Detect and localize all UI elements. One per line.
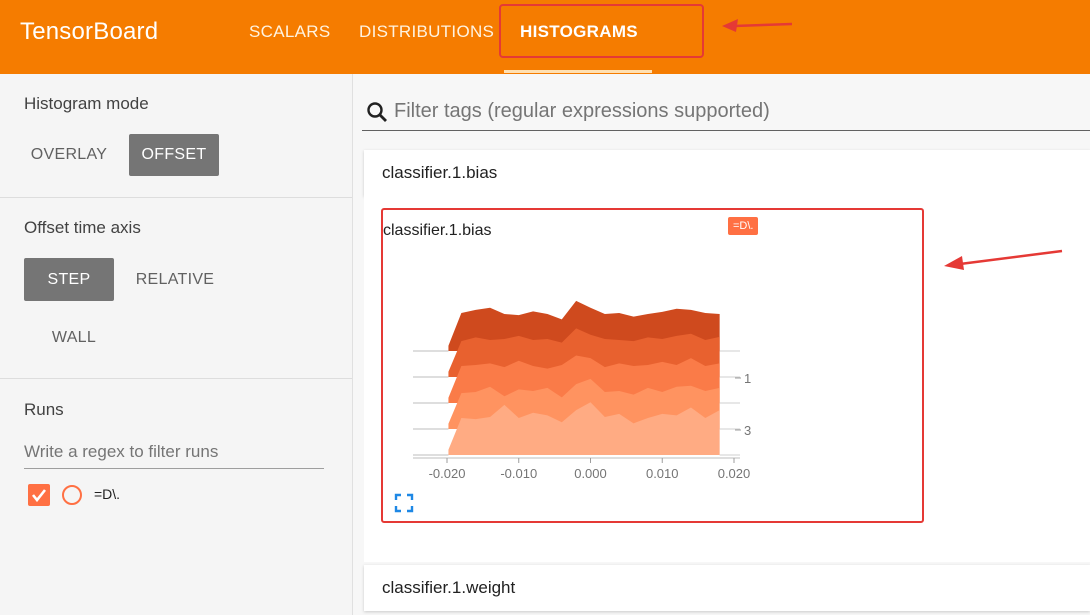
- expand-icon[interactable]: [394, 493, 414, 513]
- histogram-chart[interactable]: 1 3 -0.020 -0.010 0.000 0.010 0.020: [383, 250, 763, 490]
- runs-title: Runs: [24, 400, 64, 419]
- x-tick-label: 0.020: [718, 466, 751, 481]
- search-placeholder: Filter tags (regular expressions support…: [394, 100, 770, 122]
- annotation-arrow-icon: [944, 249, 1063, 270]
- active-tab-indicator: [504, 70, 652, 73]
- search-icon: [367, 102, 387, 122]
- tag-card-title: classifier.1.weight: [382, 578, 516, 597]
- tab-scalars[interactable]: SCALARS: [249, 22, 330, 42]
- tag-card-header[interactable]: classifier.1.weight: [364, 565, 1090, 611]
- annotation-arrow-icon: [722, 19, 793, 32]
- wall-button[interactable]: WALL: [29, 316, 119, 359]
- offset-button[interactable]: OFFSET: [129, 134, 219, 176]
- x-tick-label: 0.000: [574, 466, 607, 481]
- histogram-mode-title: Histogram mode: [24, 94, 149, 113]
- tag-card-title: classifier.1.bias: [382, 163, 498, 182]
- sidebar-divider: [0, 378, 352, 379]
- sidebar-divider: [0, 197, 352, 198]
- y-tick-label: 1: [744, 371, 751, 386]
- run-color-swatch[interactable]: [62, 485, 82, 505]
- offset-time-axis-title: Offset time axis: [24, 218, 141, 237]
- annotation-highlight-tab: [499, 4, 704, 58]
- x-tick-label: -0.020: [429, 466, 466, 481]
- run-tag-badge: =D\.: [728, 217, 759, 235]
- tab-distributions[interactable]: DISTRIBUTIONS: [359, 22, 494, 42]
- chart-title: classifier.1.bias: [383, 222, 492, 239]
- run-filter-input[interactable]: Write a regex to filter runs: [24, 442, 324, 469]
- overlay-button[interactable]: OVERLAY: [24, 134, 114, 176]
- sidebar: Histogram mode OVERLAY OFFSET Offset tim…: [0, 74, 353, 615]
- checkmark-icon: [31, 489, 47, 503]
- run-name: =D\.: [94, 486, 121, 502]
- tag-filter-input[interactable]: Filter tags (regular expressions support…: [362, 96, 1090, 131]
- x-tick-label: 0.010: [646, 466, 679, 481]
- y-tick-label: 3: [744, 423, 751, 438]
- x-tick-label: -0.010: [500, 466, 537, 481]
- step-button[interactable]: STEP: [24, 258, 114, 301]
- tag-card-header[interactable]: classifier.1.bias: [364, 150, 1090, 196]
- app-title[interactable]: TensorBoard: [20, 18, 158, 46]
- run-checkbox[interactable]: [28, 484, 50, 506]
- relative-button[interactable]: RELATIVE: [128, 258, 222, 301]
- app-header: TensorBoard SCALARS DISTRIBUTIONS HISTOG…: [0, 0, 1090, 74]
